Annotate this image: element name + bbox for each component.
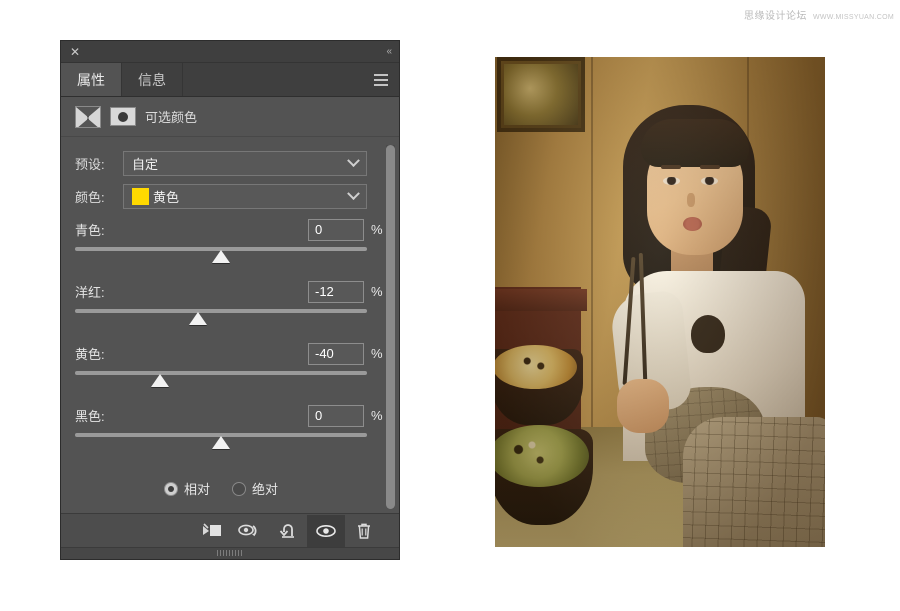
photo-bowl-bottom-garnish — [505, 439, 559, 469]
slider-black-input[interactable]: 0 — [308, 404, 364, 427]
color-swatch — [132, 188, 149, 205]
view-previous-state-icon[interactable] — [231, 515, 269, 547]
slider-magenta-knob[interactable] — [188, 312, 207, 325]
adjustment-header: 可选颜色 — [61, 97, 399, 137]
photo-nose — [687, 193, 695, 207]
color-dropdown[interactable]: 黄色 — [123, 184, 367, 209]
slider-black-unit: % — [371, 408, 383, 423]
photo-eye — [701, 177, 718, 185]
slider-cyan-unit: % — [371, 222, 383, 237]
photo-leg — [683, 417, 825, 547]
preset-dropdown[interactable]: 自定 — [123, 151, 367, 176]
adjustment-title: 可选颜色 — [145, 110, 198, 125]
radio-absolute-dot — [232, 481, 246, 496]
panel-menu-icon[interactable] — [369, 63, 399, 96]
slider-yellow-knob[interactable] — [150, 374, 169, 387]
panel-titlebar: ✕ « — [61, 41, 399, 63]
chevron-down-icon — [347, 154, 360, 168]
slider-cyan-label: 青色: — [75, 223, 105, 238]
toggle-visibility-icon[interactable] — [307, 514, 345, 547]
slider-cyan-track-wrap[interactable] — [75, 245, 367, 271]
radio-absolute[interactable]: 绝对 — [232, 479, 278, 498]
slider-black-head: 黑色: 0 % — [75, 404, 385, 427]
radio-absolute-label: 绝对 — [252, 482, 279, 497]
panel-tabs: 属性 信息 — [61, 63, 399, 97]
preset-value: 自定 — [132, 157, 159, 172]
tab-properties[interactable]: 属性 — [61, 63, 122, 96]
slider-magenta-input[interactable]: -12 — [308, 280, 364, 303]
color-value: 黄色 — [153, 190, 180, 205]
color-label: 颜色: — [75, 190, 105, 205]
color-value-wrap: 黄色 — [132, 187, 349, 206]
photo-table-top — [495, 289, 587, 311]
slider-yellow-unit: % — [371, 346, 383, 361]
color-row: 颜色: 黄色 — [75, 184, 385, 209]
tab-properties-label: 属性 — [77, 71, 105, 88]
watermark: 思缘设计论坛 WWW.MISSYUAN.COM — [744, 7, 894, 22]
photo-wall-picture — [497, 57, 585, 132]
layer-mask-thumbnail[interactable] — [110, 107, 136, 126]
reset-adjustment-icon[interactable] — [269, 515, 307, 547]
preset-row: 预设: 自定 — [75, 151, 385, 176]
photo-brow — [700, 165, 720, 169]
collapse-panel-icon[interactable]: « — [386, 46, 391, 57]
photo-bowl-top-garnish — [517, 353, 551, 373]
slider-cyan-head: 青色: 0 % — [75, 218, 385, 241]
slider-yellow: 黄色: -40 % — [75, 342, 385, 395]
watermark-url: WWW.MISSYUAN.COM — [812, 14, 894, 21]
photo-hand — [617, 379, 669, 433]
slider-magenta-track — [75, 309, 367, 313]
panel-footer-toolbar — [61, 513, 399, 547]
slider-yellow-track — [75, 371, 367, 375]
slider-yellow-label: 黄色: — [75, 347, 105, 362]
slider-magenta: 洋红: -12 % — [75, 280, 385, 333]
screenshot-root: 思缘设计论坛 WWW.MISSYUAN.COM ✕ « 属性 信息 可选颜色 预… — [0, 0, 900, 611]
photo-canvas — [495, 57, 825, 547]
mode-radio-group: 相对 绝对 — [75, 479, 367, 498]
slider-cyan-knob[interactable] — [212, 250, 230, 263]
slider-black-label: 黑色: — [75, 409, 105, 424]
slider-black-track-wrap[interactable] — [75, 431, 367, 457]
chevron-down-icon — [347, 187, 360, 201]
panel-bottom-edge — [61, 547, 399, 559]
close-icon[interactable]: ✕ — [70, 46, 80, 58]
slider-cyan: 青色: 0 % — [75, 218, 385, 271]
photo-fringe — [641, 119, 749, 167]
delete-layer-icon[interactable] — [345, 515, 383, 547]
photo-eye — [663, 177, 680, 185]
tab-filler — [183, 63, 369, 96]
radio-relative[interactable]: 相对 — [163, 479, 210, 498]
slider-cyan-input[interactable]: 0 — [308, 218, 364, 241]
photo-brow — [661, 165, 681, 169]
photo-mouth — [683, 217, 702, 231]
slider-yellow-track-wrap[interactable] — [75, 369, 367, 395]
properties-panel: ✕ « 属性 信息 可选颜色 预设: 自定 颜色: 黄色 青色: 0 % 洋红:… — [60, 40, 400, 560]
slider-black-knob[interactable] — [212, 436, 230, 449]
resize-grip[interactable] — [217, 550, 243, 556]
selective-color-icon — [75, 105, 101, 128]
watermark-site-name: 思缘设计论坛 — [743, 11, 807, 22]
preset-label: 预设: — [75, 157, 105, 172]
tab-info[interactable]: 信息 — [122, 63, 183, 96]
slider-black: 黑色: 0 % — [75, 404, 385, 457]
slider-yellow-head: 黄色: -40 % — [75, 342, 385, 365]
slider-yellow-input[interactable]: -40 — [308, 342, 364, 365]
slider-magenta-unit: % — [371, 284, 383, 299]
panel-body: 预设: 自定 颜色: 黄色 青色: 0 % 洋红: -12 % 黄色: -40 … — [61, 137, 399, 513]
slider-magenta-label: 洋红: — [75, 285, 105, 300]
scrollbar-thumb[interactable] — [386, 145, 395, 509]
radio-relative-label: 相对 — [183, 482, 210, 497]
radio-relative-dot — [163, 481, 178, 496]
tab-info-label: 信息 — [138, 71, 166, 88]
clip-to-layer-icon[interactable] — [193, 515, 231, 547]
slider-magenta-track-wrap[interactable] — [75, 307, 367, 333]
slider-magenta-head: 洋红: -12 % — [75, 280, 385, 303]
photo-shirt-print — [691, 315, 725, 353]
